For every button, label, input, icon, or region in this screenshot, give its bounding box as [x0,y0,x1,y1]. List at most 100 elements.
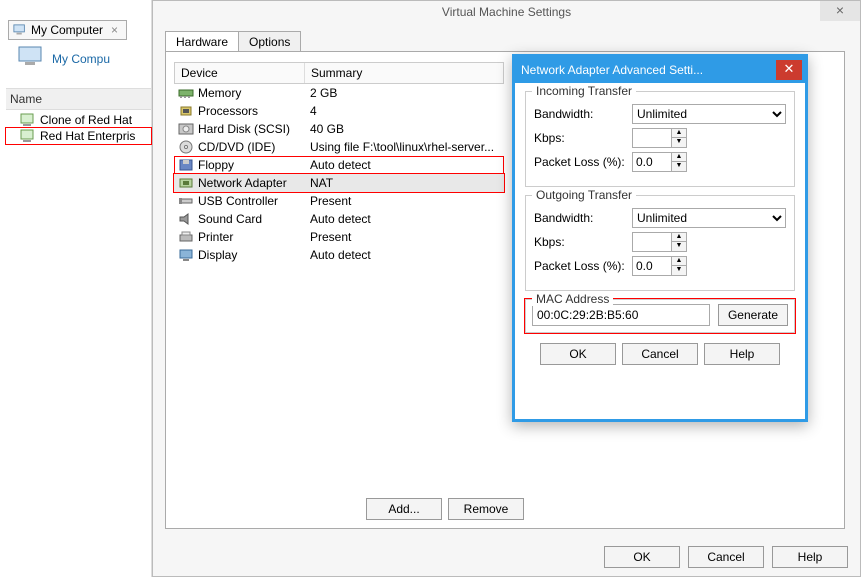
device-name: Processors [198,104,258,118]
device-row-cd[interactable]: CD/DVD (IDE) Using file F:\tool\linux\rhe… [174,138,504,156]
display-icon [178,248,194,262]
dialog-title: Virtual Machine Settings [153,5,860,19]
device-table: Device Summary Memory2 GBProcessors4Hard… [174,62,504,264]
device-row-cpu[interactable]: Processors 4 [174,102,504,120]
adv-titlebar: Network Adapter Advanced Setti... ✕ [515,57,805,83]
device-name: Network Adapter [198,176,287,190]
ok-button[interactable]: OK [604,546,680,568]
kbps-label: Kbps: [534,131,626,145]
incoming-bandwidth-select[interactable]: Unlimited [632,104,786,124]
adv-buttons: OK Cancel Help [525,343,795,365]
mac-address-input[interactable] [532,304,710,326]
help-button[interactable]: Help [704,343,780,365]
floppy-icon [178,158,194,172]
device-row-sound[interactable]: Sound Card Auto detect [174,210,504,228]
computer-icon [18,46,44,71]
dialog-buttons: OK Cancel Help [604,546,848,568]
incoming-kbps-input[interactable] [632,128,672,148]
device-summary: Auto detect [304,157,504,173]
device-summary: Present [304,229,504,245]
library-column-name[interactable]: Name [6,88,151,110]
cancel-button[interactable]: Cancel [622,343,698,365]
device-summary: Auto detect [304,247,504,263]
device-summary: 4 [304,103,504,119]
bandwidth-label: Bandwidth: [534,211,626,225]
packet-loss-label: Packet Loss (%): [534,155,626,169]
nic-advanced-dialog: Network Adapter Advanced Setti... ✕ Inco… [512,54,808,422]
library-tree: Clone of Red Hat Red Hat Enterpris [6,112,151,144]
usb-icon [178,194,194,208]
generate-button[interactable]: Generate [718,304,788,326]
spinner-icon[interactable]: ▲▼ [672,256,687,276]
device-buttons: Add... Remove [366,498,524,520]
adv-title-text: Network Adapter Advanced Setti... [515,63,776,77]
device-summary: 2 GB [304,85,504,101]
spinner-icon[interactable]: ▲▼ [672,152,687,172]
outgoing-kbps-input[interactable] [632,232,672,252]
incoming-group: Incoming Transfer Bandwidth: Unlimited K… [525,91,795,187]
mac-legend: MAC Address [532,292,613,306]
packet-loss-label: Packet Loss (%): [534,259,626,273]
device-row-nic[interactable]: Network Adapter NAT [174,174,504,192]
hdd-icon [178,122,194,136]
device-name: Display [198,248,237,262]
close-icon[interactable]: × [111,23,118,37]
col-summary[interactable]: Summary [305,63,503,83]
vm-icon [20,113,36,127]
device-summary: 40 GB [304,121,504,137]
tree-item-label: Clone of Red Hat [40,113,132,127]
ok-button[interactable]: OK [540,343,616,365]
device-name: USB Controller [198,194,278,208]
incoming-loss-input[interactable] [632,152,672,172]
close-icon[interactable]: ✕ [776,60,802,80]
tree-item-redhat[interactable]: Red Hat Enterpris [6,128,151,144]
outgoing-group: Outgoing Transfer Bandwidth: Unlimited K… [525,195,795,291]
device-name: Memory [198,86,241,100]
device-name: Printer [198,230,233,244]
library-title: My Compu [18,46,110,71]
device-summary: Auto detect [304,211,504,227]
tab-hardware[interactable]: Hardware [165,31,239,53]
outgoing-legend: Outgoing Transfer [532,188,636,202]
bandwidth-label: Bandwidth: [534,107,626,121]
cancel-button[interactable]: Cancel [688,546,764,568]
mac-group: MAC Address Generate [525,299,795,333]
device-row-memory[interactable]: Memory 2 GB [174,84,504,102]
device-row-hdd[interactable]: Hard Disk (SCSI) 40 GB [174,120,504,138]
add-button[interactable]: Add... [366,498,442,520]
vm-icon [20,129,36,143]
sidebar-tab-mycomputer[interactable]: My Computer × [8,20,127,40]
device-row-floppy[interactable]: Floppy Auto detect [174,156,504,174]
printer-icon [178,230,194,244]
memory-icon [178,86,194,100]
device-summary: Using file F:\tool\linux\rhel-server... [304,139,504,155]
nic-icon [178,176,194,190]
computer-icon [13,24,27,36]
device-name: CD/DVD (IDE) [198,140,275,154]
remove-button[interactable]: Remove [448,498,524,520]
col-device[interactable]: Device [175,63,305,83]
outgoing-loss-input[interactable] [632,256,672,276]
device-row-usb[interactable]: USB ControllerPresent [174,192,504,210]
spinner-icon[interactable]: ▲▼ [672,128,687,148]
spinner-icon[interactable]: ▲▼ [672,232,687,252]
tab-options[interactable]: Options [238,31,301,53]
device-row-display[interactable]: Display Auto detect [174,246,504,264]
tree-item-clone[interactable]: Clone of Red Hat [6,112,151,128]
settings-tabs: Hardware Options [165,31,300,53]
library-sidebar: My Computer × My Compu Name Clone of Red… [0,0,152,577]
device-summary: NAT [304,175,504,191]
sidebar-tab-label: My Computer [31,23,103,37]
device-row-printer[interactable]: Printer Present [174,228,504,246]
kbps-label: Kbps: [534,235,626,249]
tree-item-label: Red Hat Enterpris [40,129,135,143]
incoming-legend: Incoming Transfer [532,84,636,98]
close-icon[interactable]: × [820,1,860,21]
device-name: Sound Card [198,212,262,226]
outgoing-bandwidth-select[interactable]: Unlimited [632,208,786,228]
help-button[interactable]: Help [772,546,848,568]
device-name: Floppy [198,158,234,172]
device-name: Hard Disk (SCSI) [198,122,290,136]
cd-icon [178,140,194,154]
device-header: Device Summary [174,62,504,84]
